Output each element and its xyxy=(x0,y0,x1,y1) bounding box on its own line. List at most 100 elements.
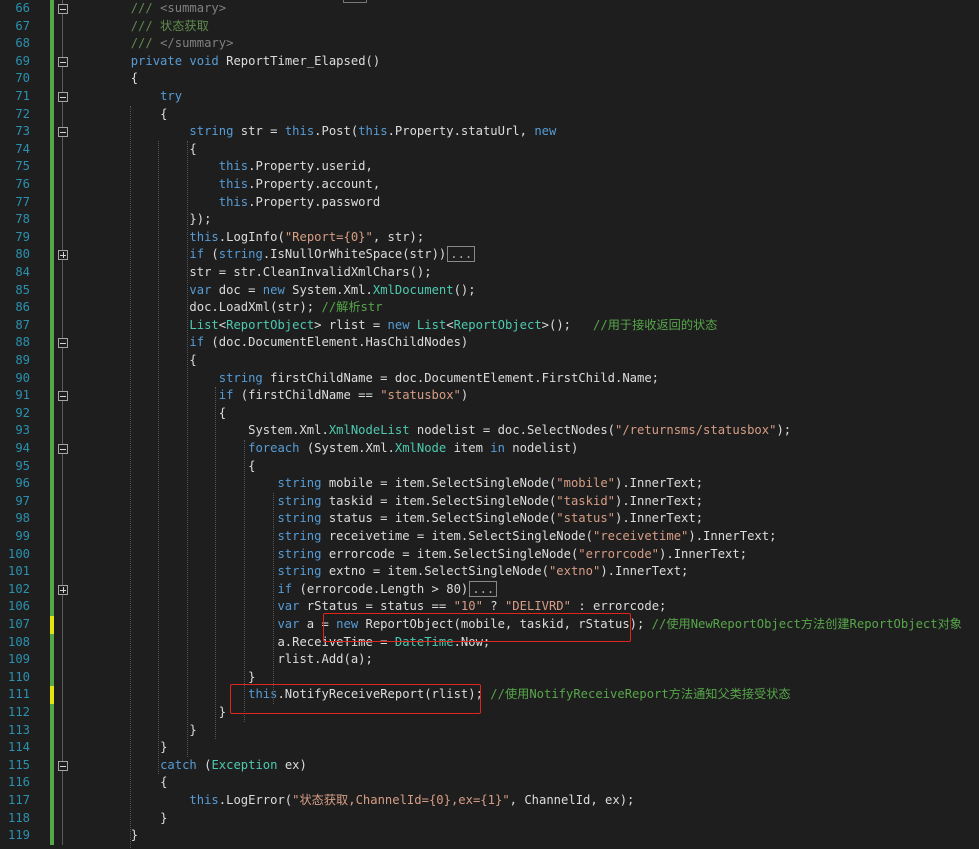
code-line[interactable]: 80 if (string.IsNullOrWhiteSpace(str))..… xyxy=(0,246,979,264)
change-marker-saved xyxy=(50,475,54,493)
line-number: 108 xyxy=(7,634,30,649)
collapse-icon[interactable] xyxy=(58,391,68,402)
code-line[interactable]: 111 this.NotifyReceiveReport(rlist); //使… xyxy=(0,686,979,704)
expand-icon[interactable] xyxy=(58,584,68,595)
code-line[interactable]: 96 string mobile = item.SelectSingleNode… xyxy=(0,475,979,493)
code-line[interactable]: 87 List<ReportObject> rlist = new List<R… xyxy=(0,316,979,335)
code-line[interactable]: 75 this.Property.userid, xyxy=(0,158,979,176)
code-line[interactable]: 71 try xyxy=(0,88,979,106)
change-marker-saved xyxy=(50,316,54,335)
code-text: } xyxy=(189,722,197,737)
code-line[interactable]: 88 if (doc.DocumentElement.HasChildNodes… xyxy=(0,334,979,352)
line-number: 89 xyxy=(15,353,30,367)
line-number: 84 xyxy=(15,265,30,279)
collapse-icon[interactable] xyxy=(58,444,68,454)
code-line[interactable]: 114 } xyxy=(0,739,979,757)
code-line[interactable]: 112 } xyxy=(0,704,979,722)
annotation-box-notifyreceivereport xyxy=(230,684,481,714)
code-line[interactable]: 89 { xyxy=(0,352,979,370)
code-line[interactable]: 119 } xyxy=(0,827,979,845)
change-marker-saved xyxy=(50,774,54,792)
collapse-icon[interactable] xyxy=(58,338,68,349)
line-number: 97 xyxy=(15,493,30,508)
change-marker-saved xyxy=(50,105,54,124)
indent-guide xyxy=(130,105,131,849)
code-line[interactable]: 73 string str = this.Post(this.Property.… xyxy=(0,123,979,141)
code-line[interactable]: 84 str = str.CleanInvalidXmlChars(); xyxy=(0,264,979,282)
code-line[interactable]: 77 this.Property.password xyxy=(0,193,979,212)
code-text: string extno = item.SelectSingleNode("ex… xyxy=(277,564,689,579)
code-text: { xyxy=(189,353,197,367)
expand-icon[interactable] xyxy=(58,250,68,261)
collapse-icon[interactable] xyxy=(58,92,68,102)
code-line[interactable]: 109 rlist.Add(a); xyxy=(0,651,979,669)
code-text: /// <summary> xyxy=(130,1,227,15)
code-text: doc.LoadXml(str); //解析str xyxy=(189,300,383,315)
code-line[interactable]: 66 /// <summary> xyxy=(0,0,979,18)
line-number: 93 xyxy=(15,423,30,438)
line-number: 106 xyxy=(7,599,30,614)
code-line[interactable]: 78 }); xyxy=(0,211,979,229)
code-line[interactable]: 70 { xyxy=(0,70,979,88)
change-marker-saved xyxy=(50,545,54,564)
code-line[interactable]: 94 foreach (System.Xml.XmlNode item in n… xyxy=(0,440,979,458)
code-line[interactable]: 92 { xyxy=(0,404,979,423)
line-number: 91 xyxy=(15,388,30,403)
collapse-icon[interactable] xyxy=(58,4,68,14)
code-line[interactable]: 68 /// </summary> xyxy=(0,35,979,53)
code-line[interactable]: 102 if (errorcode.Length > 80)... xyxy=(0,580,979,599)
code-line[interactable]: 113 } xyxy=(0,721,979,740)
code-text: this.LogInfo("Report={0}", str); xyxy=(189,229,425,244)
line-number: 85 xyxy=(15,282,30,297)
change-marker-saved xyxy=(50,651,54,669)
code-line[interactable]: 93 System.Xml.XmlNodeList nodelist = doc… xyxy=(0,422,979,440)
line-number: 96 xyxy=(15,476,30,491)
code-text: /// 状态获取 xyxy=(130,18,209,33)
line-number: 79 xyxy=(15,229,30,244)
code-line[interactable]: 74 { xyxy=(0,140,979,159)
change-marker-saved xyxy=(50,158,54,176)
code-line[interactable]: 95 { xyxy=(0,457,979,476)
code-line[interactable]: 86 doc.LoadXml(str); //解析str xyxy=(0,299,979,317)
code-line[interactable]: 116 { xyxy=(0,774,979,792)
code-line[interactable]: 72 { xyxy=(0,105,979,124)
line-number: 102 xyxy=(7,581,30,596)
change-marker-saved xyxy=(50,281,54,300)
line-number: 76 xyxy=(15,177,30,191)
code-line[interactable]: 118 } xyxy=(0,809,979,828)
change-marker-saved xyxy=(50,422,54,440)
code-line[interactable]: 85 var doc = new System.Xml.XmlDocument(… xyxy=(0,281,979,300)
collapse-icon[interactable] xyxy=(58,127,68,138)
code-line[interactable]: 99 string receivetime = item.SelectSingl… xyxy=(0,528,979,546)
collapse-icon[interactable] xyxy=(58,760,68,771)
line-number: 109 xyxy=(7,652,30,667)
code-line[interactable]: 98 string status = item.SelectSingleNode… xyxy=(0,510,979,528)
code-line[interactable]: 101 string extno = item.SelectSingleNode… xyxy=(0,563,979,581)
code-text: } xyxy=(248,669,256,684)
code-line[interactable]: 69 private void ReportTimer_Elapsed() xyxy=(0,52,979,71)
line-number: 116 xyxy=(7,775,30,790)
code-text: string taskid = item.SelectSingleNode("t… xyxy=(277,493,704,508)
change-marker-saved xyxy=(50,827,54,845)
code-line[interactable]: 76 this.Property.account, xyxy=(0,176,979,194)
line-number: 110 xyxy=(7,669,30,684)
code-line[interactable]: 90 string firstChildName = doc.DocumentE… xyxy=(0,369,979,388)
line-number: 115 xyxy=(7,757,30,772)
change-marker-saved xyxy=(50,457,54,476)
code-editor[interactable]: 66 /// <summary> 67 /// 状态获取 68 /// </summ… xyxy=(0,0,979,849)
collapse-icon[interactable] xyxy=(58,56,68,67)
code-line[interactable]: 117 this.LogError("状态获取,ChannelId={0},ex… xyxy=(0,792,979,810)
change-marker-modified xyxy=(50,686,54,704)
change-marker-saved xyxy=(50,580,54,599)
change-marker-saved xyxy=(50,35,54,53)
code-text: if (errorcode.Length > 80)... xyxy=(72,580,498,599)
code-line[interactable]: 110 } xyxy=(0,668,979,687)
code-line[interactable]: 91 if (firstChildName == "statusbox") xyxy=(0,387,979,405)
code-line[interactable]: 100 string errorcode = item.SelectSingle… xyxy=(0,545,979,564)
code-line[interactable]: 67 /// 状态获取 xyxy=(0,17,979,36)
code-line[interactable]: 115 catch (Exception ex) xyxy=(0,756,979,775)
line-number: 112 xyxy=(7,705,30,719)
code-line[interactable]: 97 string taskid = item.SelectSingleNode… xyxy=(0,492,979,511)
change-marker-saved xyxy=(50,140,54,159)
code-line[interactable]: 79 this.LogInfo("Report={0}", str); xyxy=(0,228,979,247)
